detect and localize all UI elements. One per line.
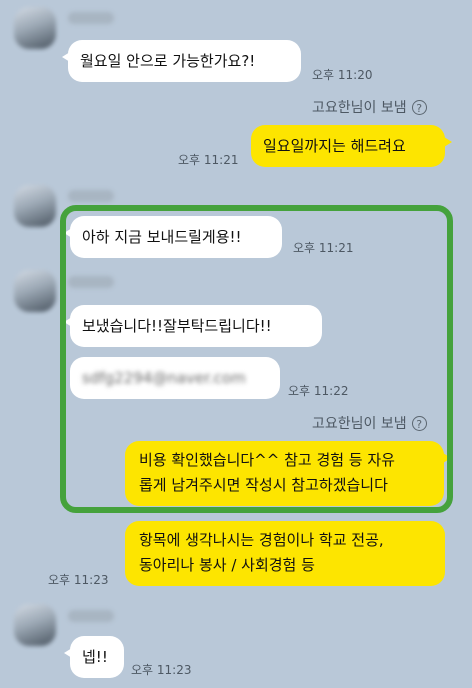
avatar[interactable] <box>14 7 56 49</box>
avatar[interactable] <box>14 185 56 227</box>
message-time: 오후 11:21 <box>293 241 354 255</box>
message-bubble[interactable]: 일요일까지는 해드려요 <box>251 125 452 167</box>
question-circle-icon[interactable]: ? <box>411 99 427 115</box>
message-bubble[interactable]: 보냈습니다!!잘부탁드립니다!! <box>64 305 322 347</box>
message-bubble[interactable]: 항목에 생각나시는 경험이나 학교 전공, 동아리나 봉사 / 사회경험 등 <box>125 521 445 586</box>
sender-name <box>68 610 114 622</box>
sent-by-note: 고요한님이 보냄 ? <box>312 413 427 433</box>
message-line: 동아리나 봉사 / 사회경험 등 <box>139 556 315 574</box>
question-circle-icon[interactable]: ? <box>411 415 427 431</box>
message-bubble[interactable]: 월요일 안으로 가능한가요?! <box>62 40 301 82</box>
message-bubble[interactable]: sdfg2294@naver.com <box>70 357 280 399</box>
message-time: 오후 11:20 <box>312 68 373 82</box>
message-text: 일요일까지는 해드려요 <box>263 137 406 155</box>
message-line: 항목에 생각나시는 경험이나 학교 전공, <box>139 531 384 549</box>
message-bubble[interactable]: 아하 지금 보내드릴게용!! <box>64 216 282 258</box>
message-bubble[interactable]: 비용 확인했습니다^^ 참고 경험 등 자유 롭게 남겨주시면 작성시 참고하겠… <box>125 441 451 506</box>
sender-name <box>68 276 114 288</box>
message-text: 월요일 안으로 가능한가요?! <box>80 52 256 70</box>
message-line: 비용 확인했습니다^^ 참고 경험 등 자유 <box>139 451 395 469</box>
message-bubble[interactable]: 넵!! <box>64 636 124 678</box>
message-time: 오후 11:23 <box>48 573 109 587</box>
sent-by-label: 고요한님이 보냄 <box>312 416 407 432</box>
avatar[interactable] <box>14 270 56 312</box>
sent-by-label: 고요한님이 보냄 <box>312 100 407 116</box>
message-time: 오후 11:22 <box>288 384 349 398</box>
message-time: 오후 11:23 <box>131 663 192 677</box>
message-text: 아하 지금 보내드릴게용!! <box>82 228 242 246</box>
message-text: 넵!! <box>82 648 108 666</box>
sender-name <box>68 190 114 202</box>
message-text: 보냈습니다!!잘부탁드립니다!! <box>82 317 272 335</box>
message-time: 오후 11:21 <box>178 153 239 167</box>
email-text: sdfg2294@naver.com <box>82 369 246 387</box>
sender-name <box>68 12 114 24</box>
sent-by-note: 고요한님이 보냄 ? <box>312 97 427 117</box>
message-line: 롭게 남겨주시면 작성시 참고하겠습니다 <box>139 476 388 494</box>
avatar[interactable] <box>14 604 56 646</box>
